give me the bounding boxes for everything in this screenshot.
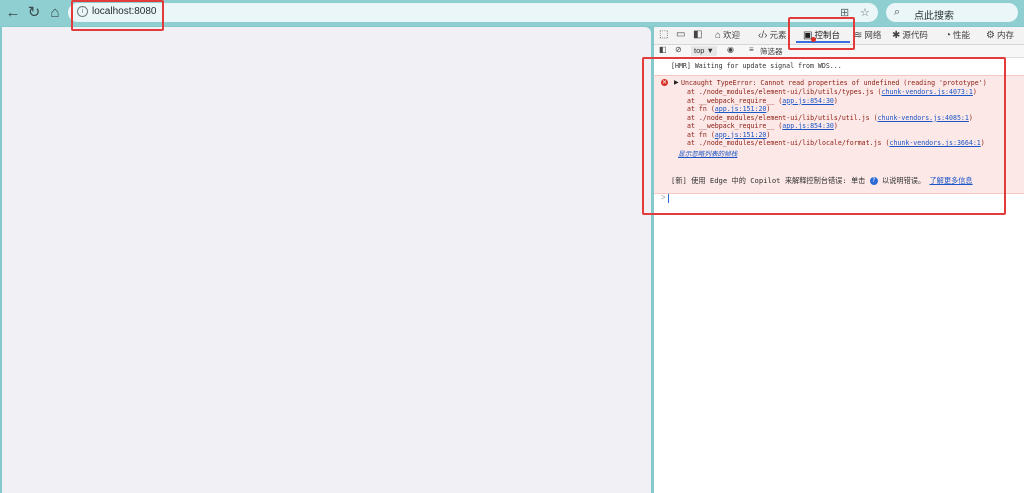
highlight-box-console-output [642,57,1006,215]
highlight-box-url [71,0,164,31]
home-icon: ⌂ [715,30,722,41]
context-select[interactable]: top ▼ [691,46,717,56]
tab-network[interactable]: ≋ 网络 [854,29,881,41]
home-icon[interactable]: ⌂ [45,3,65,23]
code-icon: ‹/› [758,30,768,41]
bug-icon: ✱ [892,30,901,41]
back-arrow-icon[interactable]: ← [3,3,23,23]
clear-console-icon[interactable]: ⊘ [675,45,682,54]
eye-icon[interactable]: ◉ [727,45,734,54]
inspect-element-icon[interactable]: ⬚ [659,29,668,40]
gear-icon: ⚙ [986,30,995,41]
search-box[interactable]: ⌕ 点此搜索 [886,3,1018,22]
tab-performance[interactable]: ◔ 性能 [945,29,970,41]
device-emulation-icon[interactable]: ▭ [676,29,685,40]
tab-elements[interactable]: ‹/› 元素 [758,29,786,41]
highlight-box-console-tab [788,17,855,50]
filter-input[interactable]: 筛选器 [760,46,783,57]
dock-side-icon[interactable]: ◧ [693,29,702,40]
favorite-star-icon[interactable]: ☆ [860,6,870,19]
refresh-icon[interactable]: ↻ [24,3,44,23]
tab-welcome[interactable]: ⌂ 欢迎 [715,29,740,41]
filter-icon[interactable]: ≡ [749,45,754,54]
tab-sources[interactable]: ✱ 源代码 [892,29,928,41]
page-viewport [2,27,651,493]
performance-icon: ◔ [945,30,952,41]
search-icon: ⌕ [894,6,901,18]
wifi-icon: ≋ [854,30,863,41]
search-placeholder: 点此搜索 [914,11,954,22]
sidebar-toggle-icon[interactable]: ◧ [659,45,667,54]
address-bar[interactable]: i localhost:8080 ⊞ ☆ [68,3,878,22]
tab-memory[interactable]: ⚙ 内存 [986,29,1014,41]
